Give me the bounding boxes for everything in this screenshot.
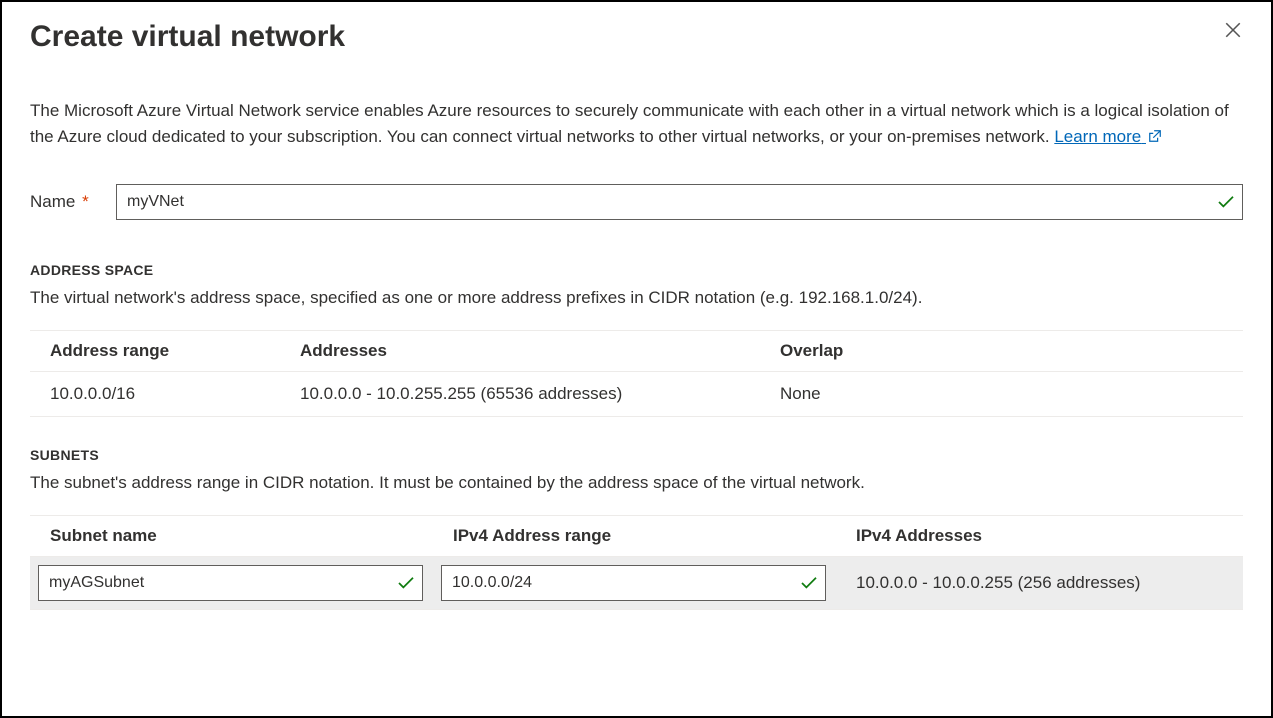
cell-overlap: None — [760, 371, 1243, 416]
close-button[interactable] — [1219, 18, 1247, 46]
name-input-wrap — [116, 184, 1243, 220]
subnets-heading: SUBNETS — [30, 447, 1243, 463]
create-vnet-panel: Create virtual network The Microsoft Azu… — [0, 0, 1273, 718]
subnet-range-input[interactable] — [441, 565, 826, 601]
subnet-addresses-value: 10.0.0.0 - 10.0.0.255 (256 addresses) — [844, 573, 1233, 593]
panel-title: Create virtual network — [30, 20, 1243, 54]
cell-address-range: 10.0.0.0/16 — [30, 371, 280, 416]
name-input[interactable] — [116, 184, 1243, 220]
subnet-name-wrap — [38, 565, 423, 601]
address-space-desc: The virtual network's address space, spe… — [30, 288, 1243, 308]
table-row[interactable]: 10.0.0.0/16 10.0.0.0 - 10.0.255.255 (655… — [30, 371, 1243, 416]
col-subnet-name: Subnet name — [30, 515, 433, 556]
required-asterisk: * — [82, 192, 89, 211]
intro-text: The Microsoft Azure Virtual Network serv… — [30, 98, 1243, 152]
external-link-icon — [1148, 125, 1162, 151]
name-row: Name * — [30, 184, 1243, 220]
col-subnet-addresses: IPv4 Addresses — [836, 515, 1243, 556]
intro-body: The Microsoft Azure Virtual Network serv… — [30, 101, 1229, 146]
name-label: Name * — [30, 192, 116, 212]
subnets-table: Subnet name IPv4 Address range IPv4 Addr… — [30, 515, 1243, 610]
table-header-row: Subnet name IPv4 Address range IPv4 Addr… — [30, 515, 1243, 556]
subnet-name-input[interactable] — [38, 565, 423, 601]
address-space-table: Address range Addresses Overlap 10.0.0.0… — [30, 330, 1243, 417]
check-icon — [1217, 195, 1235, 209]
subnets-desc: The subnet's address range in CIDR notat… — [30, 473, 1243, 493]
cell-addresses: 10.0.0.0 - 10.0.255.255 (65536 addresses… — [280, 371, 760, 416]
col-address-range: Address range — [30, 330, 280, 371]
table-header-row: Address range Addresses Overlap — [30, 330, 1243, 371]
learn-more-label: Learn more — [1054, 127, 1141, 146]
address-space-heading: ADDRESS SPACE — [30, 262, 1243, 278]
col-overlap: Overlap — [760, 330, 1243, 371]
col-addresses: Addresses — [280, 330, 760, 371]
table-row: 10.0.0.0 - 10.0.0.255 (256 addresses) — [30, 556, 1243, 609]
subnet-range-wrap — [441, 565, 826, 601]
learn-more-link[interactable]: Learn more — [1054, 127, 1162, 146]
check-icon — [397, 576, 415, 590]
check-icon — [800, 576, 818, 590]
col-subnet-range: IPv4 Address range — [433, 515, 836, 556]
close-icon — [1224, 21, 1242, 44]
